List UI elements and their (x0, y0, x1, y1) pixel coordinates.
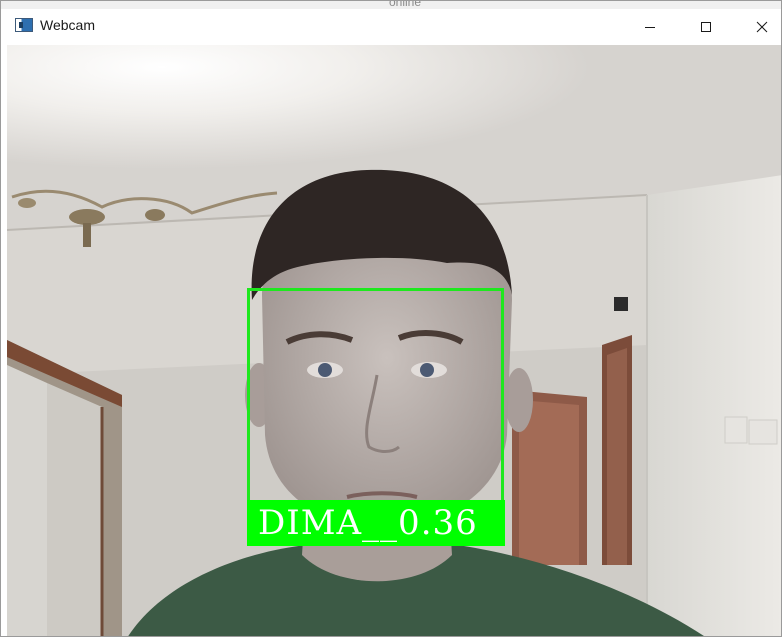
maximize-button[interactable] (683, 9, 729, 45)
close-button[interactable] (739, 9, 781, 45)
background-window-text: online (389, 1, 422, 9)
webcam-video-feed: DIMA__0.36 (7, 45, 781, 636)
window-title: Webcam (40, 17, 95, 33)
maximize-icon (701, 22, 711, 32)
background-window-strip: online (1, 1, 781, 9)
wall-outlet (724, 416, 748, 444)
webcam-window-icon (15, 18, 33, 32)
face-recognition-label: DIMA__0.36 (258, 503, 478, 543)
title-bar[interactable]: Webcam (1, 9, 781, 45)
close-icon (756, 21, 768, 33)
minimize-button[interactable] (627, 9, 673, 45)
webcam-window: online Webcam DIMA__0.36 (0, 0, 782, 637)
wall-lamp (614, 297, 628, 311)
minimize-icon (645, 27, 655, 28)
